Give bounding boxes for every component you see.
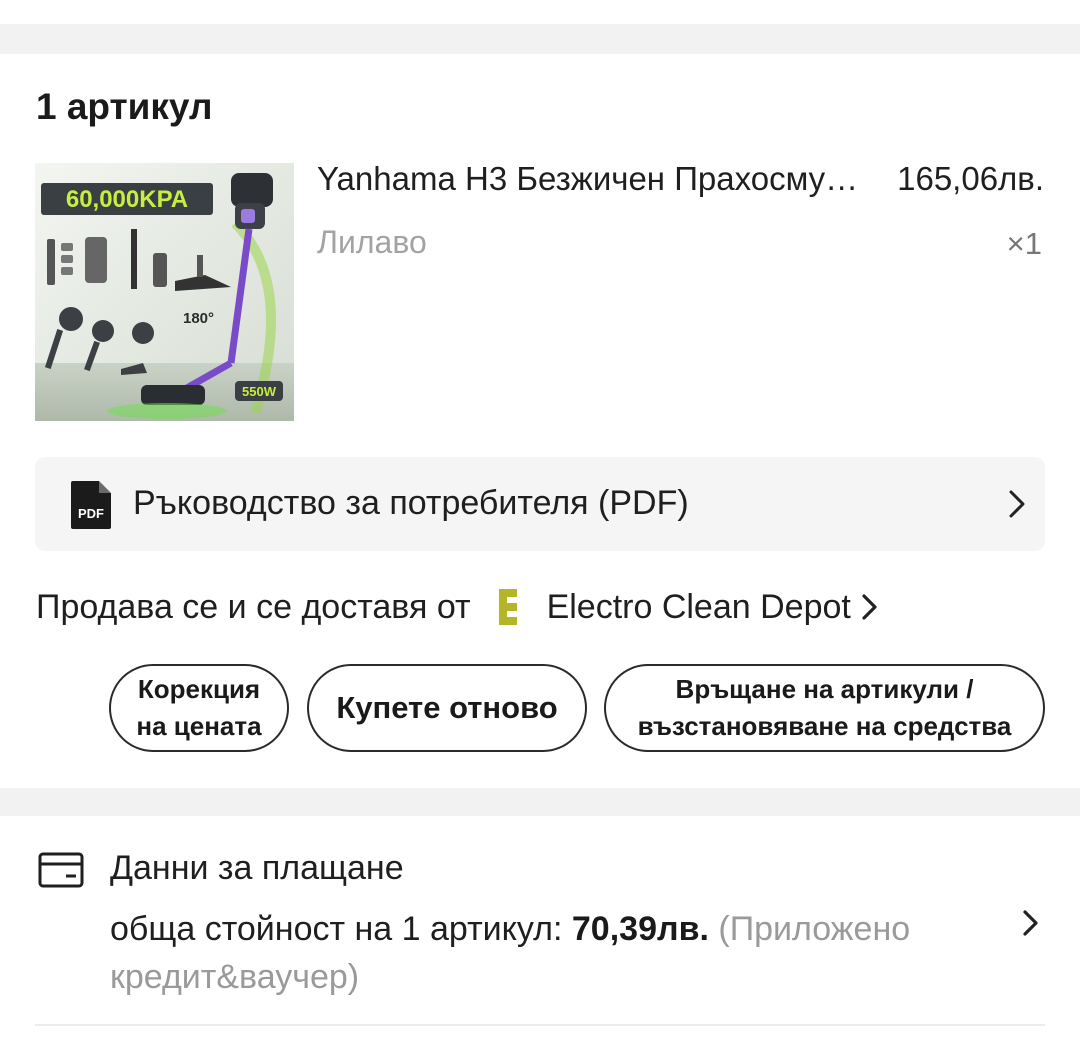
seller-name[interactable]: Electro Clean Depot xyxy=(547,588,851,627)
power-badge: 550W xyxy=(242,384,277,399)
product-image[interactable]: 60,000KPA 180° 550W xyxy=(35,163,294,421)
buy-again-button[interactable]: Купете отново xyxy=(307,664,587,752)
svg-text:PDF: PDF xyxy=(78,506,104,521)
store-logo-icon xyxy=(493,587,523,627)
return-refund-button[interactable]: Връщане на артикули / възстановяване на с… xyxy=(604,664,1045,752)
chevron-right-icon xyxy=(859,590,881,624)
angle-badge: 180° xyxy=(183,310,214,327)
seller-row[interactable]: Продава се и се доставя от Electro Clean… xyxy=(36,585,881,629)
product-name[interactable]: Yanhama H3 Безжичен Прахосмукачка xyxy=(317,160,862,198)
chevron-right-icon[interactable] xyxy=(1020,906,1042,940)
payment-summary[interactable]: обща стойност на 1 артикул: 70,39лв. (Пр… xyxy=(110,905,1010,1001)
product-variant: Лилаво xyxy=(317,224,427,260)
divider xyxy=(35,1024,1045,1026)
section-separator xyxy=(0,24,1080,54)
section-separator xyxy=(0,788,1080,816)
product-quantity: ×1 xyxy=(1006,226,1042,261)
payment-summary-label: обща стойност на 1 артикул: xyxy=(110,910,563,948)
suction-badge: 60,000KPA xyxy=(66,186,188,213)
chevron-right-icon xyxy=(1005,487,1029,521)
payment-total: 70,39лв. xyxy=(571,910,709,948)
product-price: 165,06лв. xyxy=(897,160,1044,197)
payment-details-title[interactable]: Данни за плащане xyxy=(110,849,404,888)
price-adjustment-button[interactable]: Корекция на цената xyxy=(109,664,289,752)
user-manual-label: Ръководство за потребителя (PDF) xyxy=(133,484,689,522)
credit-card-icon xyxy=(38,852,84,888)
pdf-file-icon: PDF xyxy=(71,481,113,529)
seller-prefix: Продава се и се доставя от xyxy=(36,587,471,626)
items-count-heading: 1 артикул xyxy=(36,86,213,127)
user-manual-link[interactable]: PDF Ръководство за потребителя (PDF) xyxy=(35,457,1045,551)
